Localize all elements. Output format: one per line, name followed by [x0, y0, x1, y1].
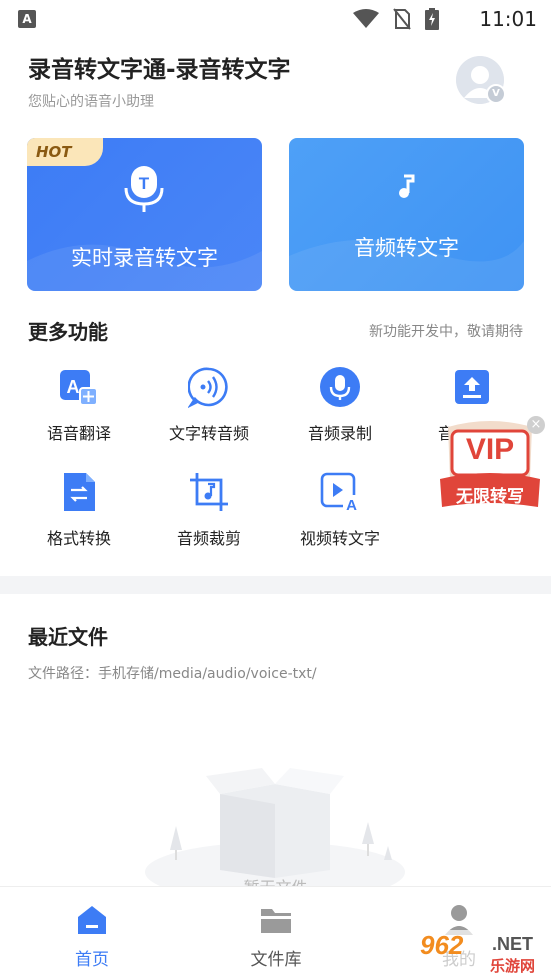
- realtime-card-label: 实时录音转文字: [71, 246, 218, 270]
- microphone-icon: [320, 367, 360, 407]
- page-subtitle: 您贴心的语音小助理: [28, 94, 154, 110]
- format-convert-icon: [64, 473, 95, 511]
- func-label: 音频录制: [307, 424, 372, 443]
- upload-icon: [455, 370, 489, 404]
- vip-subtitle: 无限转写: [456, 487, 524, 507]
- func-audio-crop[interactable]: 音频裁剪: [149, 471, 269, 549]
- empty-box-illustration: [145, 768, 405, 886]
- audio-card-label: 音频转文字: [354, 236, 459, 260]
- wifi-icon: [353, 9, 379, 28]
- nav-files[interactable]: 文件库: [184, 887, 368, 970]
- site-watermark: 962 .NET 乐游网: [416, 930, 546, 975]
- speech-bubble-icon: [188, 367, 228, 408]
- folder-icon: [261, 909, 291, 933]
- home-icon: [78, 906, 106, 934]
- status-bar: A 11:01: [0, 0, 551, 38]
- nav-home[interactable]: 首页: [0, 887, 184, 970]
- section-divider: [0, 576, 551, 594]
- music-note-icon: [399, 174, 415, 198]
- func-label: 视频转文字: [299, 529, 380, 548]
- empty-files-text: 暂无文件: [0, 874, 551, 886]
- no-sim-icon: [393, 8, 411, 30]
- func-format-convert[interactable]: 格式转换: [19, 471, 139, 549]
- translate-icon: A: [60, 370, 98, 406]
- realtime-transcribe-card[interactable]: HOT T 实时录音转文字: [27, 138, 262, 291]
- recent-files-title: 最近文件: [28, 625, 108, 649]
- func-label: 语音翻译: [46, 424, 111, 443]
- watermark-number: 962: [420, 930, 464, 960]
- battery-charging-icon: [425, 8, 439, 30]
- nav-label: 文件库: [250, 950, 302, 970]
- audio-transcribe-card[interactable]: 音频转文字: [289, 138, 524, 291]
- page-title: 录音转文字通-录音转文字: [28, 57, 291, 83]
- vip-title: VIP: [465, 433, 515, 466]
- watermark-site: 乐游网: [490, 957, 536, 975]
- status-icons: [353, 8, 439, 30]
- file-path-label: 文件路径：手机存储/media/audio/voice-txt/: [28, 666, 317, 682]
- func-label: 音频裁剪: [176, 529, 241, 548]
- func-voice-translate[interactable]: A 语音翻译: [19, 366, 139, 444]
- crop-audio-icon: [190, 473, 228, 511]
- svg-text:T: T: [139, 174, 150, 193]
- app-notification-icon: A: [18, 10, 36, 28]
- watermark-suffix: .NET: [492, 934, 534, 954]
- video-to-text-icon: A: [320, 472, 360, 513]
- svg-text:A: A: [67, 377, 80, 397]
- func-video-to-text[interactable]: A 视频转文字: [280, 471, 400, 549]
- svg-text:A: A: [346, 497, 357, 513]
- more-features-hint: 新功能开发中，敬请期待: [369, 324, 523, 340]
- more-features-title: 更多功能: [28, 320, 108, 344]
- vip-promo-banner[interactable]: VIP 无限转写: [438, 419, 542, 511]
- microphone-t-icon: T: [124, 166, 164, 212]
- func-label: 格式转换: [46, 529, 111, 548]
- vip-close-button[interactable]: ×: [527, 416, 545, 434]
- nav-label: 首页: [75, 950, 109, 970]
- func-audio-record[interactable]: 音频录制: [280, 366, 400, 444]
- hot-badge: HOT: [27, 138, 103, 166]
- vip-level-badge: V: [486, 84, 506, 104]
- status-time: 11:01: [479, 7, 537, 31]
- func-label: 文字转音频: [168, 424, 249, 443]
- func-text-to-audio[interactable]: 文字转音频: [149, 366, 269, 444]
